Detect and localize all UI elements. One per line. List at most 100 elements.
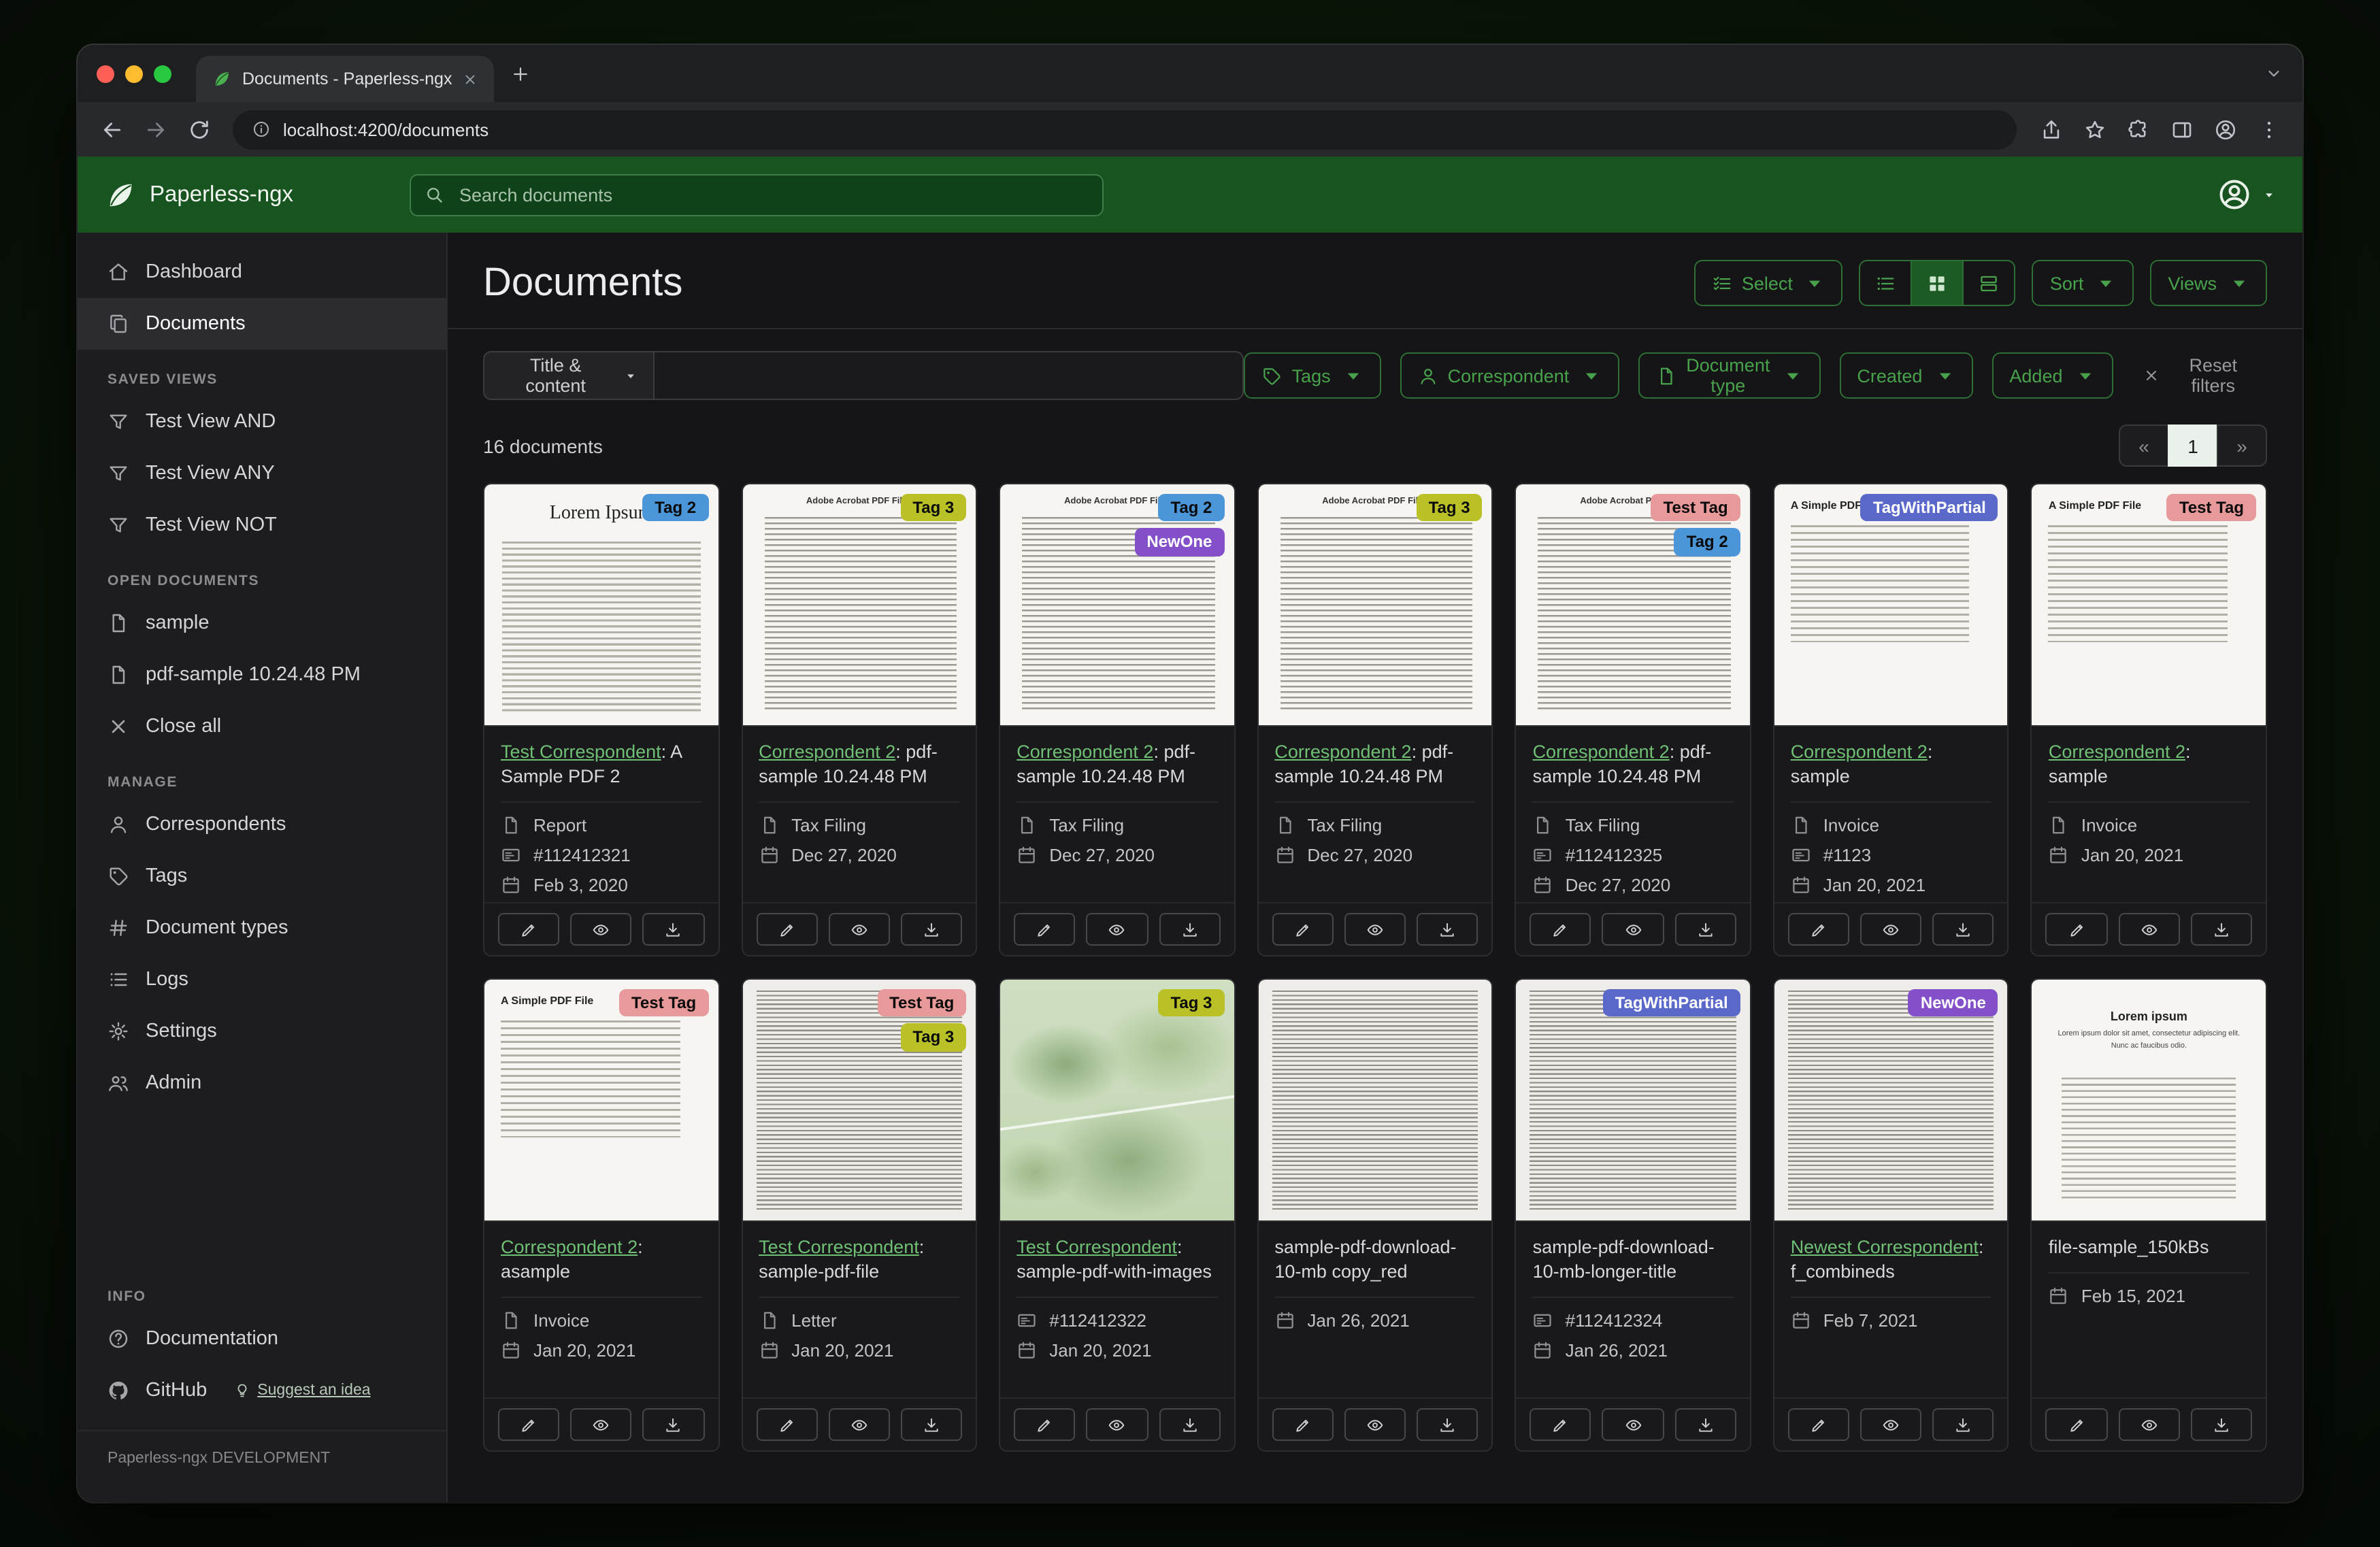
share-button[interactable] [2030, 109, 2071, 150]
tag-badge[interactable]: Tag 2 [642, 494, 709, 522]
new-tab-button[interactable] [510, 63, 531, 84]
view-detail-button[interactable] [1962, 260, 2016, 306]
edit-button[interactable] [1787, 913, 1850, 946]
view-grid-button[interactable] [1911, 260, 1964, 306]
download-button[interactable] [1674, 913, 1736, 946]
document-thumbnail[interactable]: Adobe Acrobat PDF Files Tag 3 [742, 484, 976, 727]
correspondent-link[interactable]: Correspondent 2 [501, 1237, 638, 1257]
document-thumbnail[interactable]: A Simple PDF File Test Tag [484, 980, 718, 1222]
correspondent-link[interactable]: Correspondent 2 [1533, 742, 1670, 762]
document-card[interactable]: Lorem ipsum Lorem ipsum dolor sit amet, … [2030, 978, 2267, 1452]
edit-button[interactable] [756, 913, 818, 946]
correspondent-link[interactable]: Correspondent 2 [1274, 742, 1411, 762]
filter-created-button[interactable]: Created [1839, 352, 1973, 399]
sidebar-item-documentation[interactable]: Documentation [78, 1313, 446, 1365]
tag-badge[interactable]: TagWithPartial [1602, 989, 1740, 1017]
view-button[interactable] [828, 1408, 890, 1441]
document-card[interactable]: Adobe Acrobat PDF Files Test Tag Tag 2 Co… [1515, 483, 1751, 957]
tag-badge[interactable]: Test Tag [2166, 494, 2256, 522]
global-search[interactable] [410, 173, 1104, 216]
extensions-puzzle-button[interactable] [2117, 109, 2158, 150]
view-button[interactable] [1086, 913, 1148, 946]
tag-badge[interactable]: Tag 3 [900, 494, 967, 522]
sidebar-item-correspondents[interactable]: Correspondents [78, 799, 446, 850]
edit-button[interactable] [1272, 1408, 1334, 1441]
reset-filters-button[interactable]: Reset filters [2135, 354, 2268, 397]
download-button[interactable] [642, 1408, 705, 1441]
tag-badge[interactable]: Tag 3 [1416, 494, 1483, 522]
sidebar-item-test-view-any[interactable]: Test View ANY [78, 448, 446, 499]
correspondent-link[interactable]: Correspondent 2 [759, 742, 895, 762]
document-thumbnail[interactable]: A Simple PDF File TagWithPartial [1774, 484, 2008, 727]
sidebar-item-github[interactable]: GitHub Suggest an idea [78, 1365, 446, 1416]
download-button[interactable] [1674, 1408, 1736, 1441]
view-button[interactable] [1860, 913, 1922, 946]
edit-button[interactable] [1787, 1408, 1850, 1441]
download-button[interactable] [1159, 913, 1221, 946]
select-button[interactable]: Select [1693, 260, 1843, 306]
download-button[interactable] [642, 913, 705, 946]
view-button[interactable] [1602, 1408, 1664, 1441]
correspondent-link[interactable]: Correspondent 2 [1791, 742, 1928, 762]
document-thumbnail[interactable]: Lorem Ipsum Tag 2 [484, 484, 718, 727]
site-info-icon[interactable] [252, 120, 271, 139]
filter-added-button[interactable]: Added [1991, 352, 2113, 399]
views-button[interactable]: Views [2150, 260, 2267, 306]
view-button[interactable] [1860, 1408, 1922, 1441]
download-button[interactable] [1932, 913, 1994, 946]
document-card[interactable]: Test Tag Tag 3 Test Correspondent: sample… [741, 978, 978, 1452]
tag-badge[interactable]: Test Tag [1651, 494, 1740, 522]
sidebar-item-close-all[interactable]: Close all [78, 701, 446, 752]
document-card[interactable]: Adobe Acrobat PDF Files Tag 3 Correspond… [1257, 483, 1493, 957]
document-card[interactable]: sample-pdf-download-10-mb copy_red Jan 2… [1257, 978, 1493, 1452]
next-page-button[interactable]: » [2217, 425, 2267, 467]
sidebar-item-settings[interactable]: Settings [78, 1005, 446, 1057]
document-card[interactable]: Adobe Acrobat PDF Files Tag 2 NewOne Corr… [999, 483, 1236, 957]
document-thumbnail[interactable]: A Simple PDF File Test Tag [2032, 484, 2266, 727]
sidebar-item-document-types[interactable]: Document types [78, 902, 446, 954]
document-card[interactable]: Lorem Ipsum Tag 2 Test Correspondent: A … [483, 483, 720, 957]
view-button[interactable] [1602, 913, 1664, 946]
document-thumbnail[interactable]: Tag 3 [1000, 980, 1234, 1222]
forward-button[interactable] [135, 109, 176, 150]
tag-badge[interactable]: NewOne [1134, 528, 1225, 556]
document-thumbnail[interactable]: Lorem ipsum Lorem ipsum dolor sit amet, … [2032, 980, 2266, 1222]
sidebar-item-tags[interactable]: Tags [78, 850, 446, 902]
search-input[interactable] [456, 183, 1089, 206]
tab-close-icon[interactable] [463, 71, 478, 86]
maximize-window-button[interactable] [154, 65, 171, 82]
download-button[interactable] [2190, 1408, 2252, 1441]
filter-document-type-button[interactable]: Document type [1638, 352, 1821, 399]
document-thumbnail[interactable]: Test Tag Tag 3 [742, 980, 976, 1222]
sidebar-item-test-view-and[interactable]: Test View AND [78, 396, 446, 448]
browser-tab[interactable]: Documents - Paperless-ngx [196, 56, 495, 102]
document-thumbnail[interactable]: Adobe Acrobat PDF Files Tag 2 NewOne [1000, 484, 1234, 727]
document-thumbnail[interactable] [1258, 980, 1492, 1222]
edit-button[interactable] [756, 1408, 818, 1441]
view-button[interactable] [1344, 913, 1406, 946]
document-thumbnail[interactable]: Adobe Acrobat PDF Files Tag 3 [1258, 484, 1492, 727]
document-card[interactable]: Tag 3 Test Correspondent: sample-pdf-wit… [999, 978, 1236, 1452]
sidebar-item-admin[interactable]: Admin [78, 1057, 446, 1109]
tag-badge[interactable]: NewOne [1908, 989, 1998, 1017]
download-button[interactable] [900, 1408, 963, 1441]
side-panel-button[interactable] [2161, 109, 2202, 150]
download-button[interactable] [900, 913, 963, 946]
back-button[interactable] [91, 109, 132, 150]
document-thumbnail[interactable]: TagWithPartial [1516, 980, 1750, 1222]
correspondent-link[interactable]: Newest Correspondent [1791, 1237, 1979, 1257]
sidebar-item-documents[interactable]: Documents [78, 298, 446, 350]
tag-badge[interactable]: Test Tag [877, 989, 967, 1017]
sort-button[interactable]: Sort [2032, 260, 2134, 306]
correspondent-link[interactable]: Correspondent 2 [2049, 742, 2185, 762]
sidebar-item-dashboard[interactable]: Dashboard [78, 246, 446, 298]
view-list-button[interactable] [1859, 260, 1913, 306]
sidebar-item-test-view-not[interactable]: Test View NOT [78, 499, 446, 551]
download-button[interactable] [2190, 913, 2252, 946]
tag-badge[interactable]: Tag 3 [1158, 989, 1225, 1017]
tag-badge[interactable]: Test Tag [619, 989, 709, 1017]
profile-avatar-button[interactable] [2204, 109, 2245, 150]
document-card[interactable]: A Simple PDF File TagWithPartial Corresp… [1772, 483, 2009, 957]
document-card[interactable]: NewOne Newest Correspondent: f_combineds… [1772, 978, 2009, 1452]
document-thumbnail[interactable]: NewOne [1774, 980, 2008, 1222]
